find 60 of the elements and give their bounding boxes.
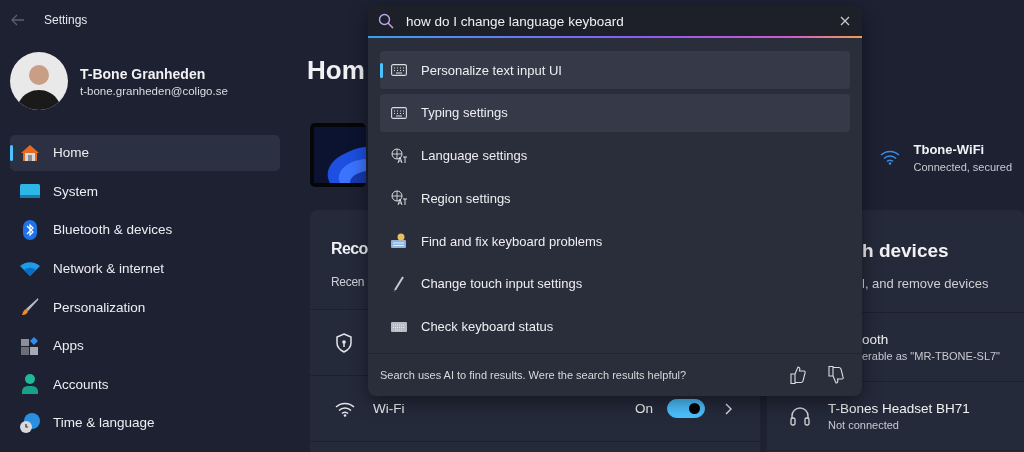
- globe-clock-icon: [20, 412, 40, 433]
- device-name: ooth: [862, 332, 890, 347]
- card-subtitle: l, and remove devices: [862, 276, 989, 291]
- toggle-state: On: [635, 401, 653, 416]
- device-name: T-Bones Headset BH71: [828, 401, 970, 416]
- device-status: Not connected: [828, 419, 900, 431]
- headset-icon: [789, 405, 811, 427]
- row-label: Wi-Fi: [373, 401, 406, 416]
- nav-item[interactable]: Apps: [10, 327, 280, 364]
- search-icon: [378, 13, 394, 29]
- shield-icon: [335, 332, 353, 353]
- language-icon: [391, 147, 407, 164]
- language-icon: [391, 190, 407, 207]
- chevron-icon[interactable]: [724, 402, 732, 415]
- network-name: Tbone-WiFi: [913, 141, 986, 157]
- search-result[interactable]: Find and fix keyboard problems: [380, 222, 850, 261]
- house-icon: [20, 142, 40, 163]
- search-field[interactable]: how do I change language keyboard: [368, 6, 862, 38]
- user-email: t-bone.granheden@coligo.se: [80, 84, 228, 97]
- window-title: Settings: [44, 13, 88, 27]
- bluetooth-icon: [20, 220, 40, 240]
- search-result[interactable]: Region settings: [380, 179, 850, 218]
- keyboard-icon: [391, 64, 407, 76]
- page-title: Hom: [307, 54, 365, 87]
- keyboard-icon: [391, 106, 407, 119]
- keyboard-icon: [391, 321, 407, 332]
- back-arrow-icon[interactable]: [11, 14, 25, 26]
- nav-item[interactable]: System: [10, 173, 280, 210]
- user-name: T-Bone Granheden: [80, 65, 207, 82]
- search-result[interactable]: Typing settings: [380, 93, 850, 132]
- nav-item[interactable]: Network & internet: [10, 250, 280, 287]
- pen-icon: [391, 276, 407, 292]
- avatar: [10, 52, 68, 110]
- thumbs-up-icon[interactable]: [790, 366, 806, 384]
- wifi-icon: [335, 400, 355, 417]
- search-result[interactable]: Check keyboard status: [380, 307, 850, 346]
- close-icon[interactable]: [840, 16, 850, 26]
- card-title: h devices: [862, 240, 949, 262]
- toggle-switch[interactable]: [667, 399, 705, 418]
- nav-item[interactable]: Time & language: [10, 405, 280, 441]
- feedback-text: Search uses AI to find results. Were the search results helpful?: [380, 369, 688, 381]
- device-status: erable as "MR-TBONE-SL7": [862, 350, 1000, 362]
- thumbs-down-icon[interactable]: [828, 366, 844, 384]
- card-subtitle: Recen: [331, 275, 365, 289]
- search-result[interactable]: Personalize text input UI: [380, 51, 850, 89]
- card-title: Reco: [331, 240, 368, 258]
- apps-icon: [20, 336, 40, 355]
- nav-item[interactable]: Bluetooth & devices: [10, 212, 280, 248]
- search-result[interactable]: Change touch input settings: [380, 265, 850, 303]
- wifi-icon: [20, 261, 40, 276]
- paintbrush-icon: [20, 298, 40, 317]
- network-status: Connected, secured: [913, 160, 1012, 173]
- person-icon: [20, 374, 40, 395]
- nav-item[interactable]: Home: [10, 135, 280, 171]
- search-result[interactable]: Language settings: [380, 136, 850, 175]
- monitor-icon: [20, 183, 40, 200]
- wifi-icon: [879, 149, 900, 165]
- keyboard-wrench-icon: [391, 233, 407, 250]
- nav-item[interactable]: Accounts: [10, 366, 280, 403]
- nav-item[interactable]: Personalization: [10, 289, 280, 325]
